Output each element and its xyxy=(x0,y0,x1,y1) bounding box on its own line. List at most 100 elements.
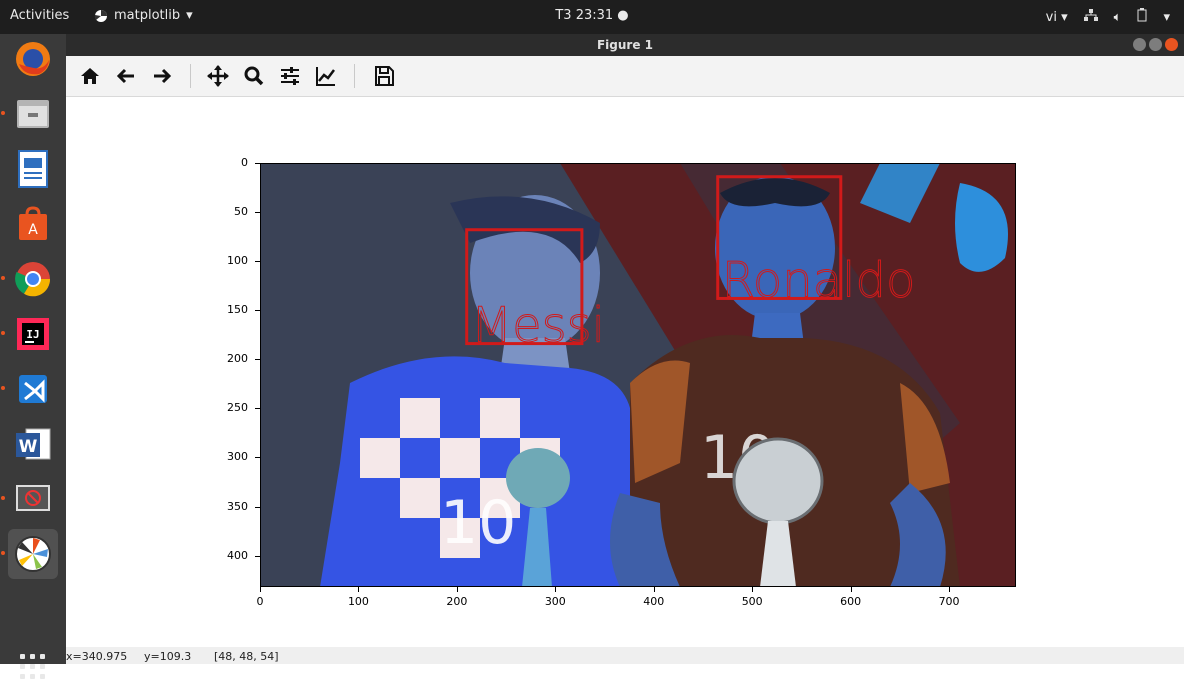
y-tick-label: 200 xyxy=(227,352,248,366)
y-tick-label: 300 xyxy=(227,450,248,464)
y-tick xyxy=(255,555,260,557)
edit-axis-button[interactable] xyxy=(314,64,338,88)
blocked-app-icon xyxy=(16,485,50,511)
x-tick-label: 200 xyxy=(446,595,468,608)
face-label-ronaldo: Ronaldo xyxy=(722,252,916,308)
dock-vscode[interactable] xyxy=(8,364,58,414)
y-tick xyxy=(255,212,260,214)
x-tick xyxy=(260,587,261,592)
magnifier-icon xyxy=(244,66,264,86)
configure-subplots-button[interactable] xyxy=(278,64,302,88)
x-tick xyxy=(653,587,655,592)
software-center-icon: A xyxy=(19,206,47,240)
y-tick-label: 350 xyxy=(227,499,248,513)
line-chart-icon xyxy=(316,67,335,86)
x-tick-label: 0 xyxy=(256,595,264,608)
sliders-icon xyxy=(281,67,299,85)
minimize-button[interactable] xyxy=(1133,38,1146,51)
back-button[interactable] xyxy=(114,64,138,88)
x-tick-label: 400 xyxy=(643,595,665,608)
y-tick-label: 400 xyxy=(227,548,248,562)
y-tick xyxy=(255,408,260,410)
x-tick xyxy=(850,587,852,592)
cursor-y-readout: y=109.3 xyxy=(144,650,192,663)
figure-canvas[interactable]: 10 10 Messi Ronaldo 0 50 100 150 200 250… xyxy=(66,97,1184,647)
firefox-icon xyxy=(16,42,50,76)
window-title: Figure 1 xyxy=(596,38,654,52)
dock-intellij[interactable]: IJ xyxy=(8,309,58,359)
pan-button[interactable] xyxy=(206,64,230,88)
home-button[interactable] xyxy=(78,64,102,88)
svg-text:IJ: IJ xyxy=(26,328,39,341)
top-bar: Activities matplotlib ▾ T3 23:31 ● vi ▾ … xyxy=(0,0,1184,34)
displayed-image[interactable]: 10 10 Messi Ronaldo xyxy=(260,163,1016,587)
pixel-value-readout: [48, 48, 54] xyxy=(214,650,279,663)
status-bar: x=340.975 y=109.3 [48, 48, 54] xyxy=(66,647,1184,664)
save-button[interactable] xyxy=(372,64,396,88)
dock-writer[interactable] xyxy=(8,144,58,194)
y-tick-label: 250 xyxy=(227,401,248,415)
window-titlebar[interactable]: Figure 1 xyxy=(66,34,1184,56)
arrow-right-icon xyxy=(154,68,172,84)
x-tick xyxy=(555,587,557,592)
vscode-icon xyxy=(19,375,47,403)
chrome-icon xyxy=(15,262,51,297)
y-tick xyxy=(255,310,260,312)
forward-button[interactable] xyxy=(150,64,174,88)
x-tick-label: 300 xyxy=(544,595,566,608)
volume-icon[interactable]: 🔈︎ xyxy=(1114,10,1122,25)
zoom-button[interactable] xyxy=(242,64,266,88)
dock-blocked-app[interactable] xyxy=(8,474,58,524)
maximize-button[interactable] xyxy=(1149,38,1162,51)
x-tick-label: 700 xyxy=(938,595,960,608)
language-indicator[interactable]: vi ▾ xyxy=(1046,10,1068,25)
files-icon xyxy=(17,100,49,128)
y-tick xyxy=(255,457,260,459)
x-tick-label: 100 xyxy=(347,595,369,608)
matplotlib-icon xyxy=(15,536,51,572)
dock-files[interactable] xyxy=(8,89,58,139)
y-tick-label: 0 xyxy=(241,156,248,169)
svg-text:A: A xyxy=(28,222,38,238)
x-tick-label: 500 xyxy=(741,595,763,608)
y-tick-label: 50 xyxy=(234,205,248,219)
x-tick xyxy=(456,587,458,592)
x-tick xyxy=(949,587,951,592)
plot-axes[interactable]: 10 10 Messi Ronaldo 0 50 100 150 200 250… xyxy=(227,156,1016,608)
detection-overlay: Messi Ronaldo xyxy=(465,175,916,354)
y-tick-label: 100 xyxy=(227,254,248,268)
x-tick xyxy=(752,587,754,592)
dock-software-center[interactable]: A xyxy=(8,199,58,249)
network-icon[interactable] xyxy=(1083,9,1098,25)
svg-text:W: W xyxy=(19,437,38,457)
x-tick xyxy=(358,587,360,592)
face-label-messi: Messi xyxy=(471,298,605,354)
arrow-left-icon xyxy=(116,68,134,84)
battery-icon[interactable] xyxy=(1137,8,1147,26)
writer-icon xyxy=(18,150,48,188)
y-tick xyxy=(255,163,260,164)
close-button[interactable] xyxy=(1165,38,1178,51)
x-tick-label: 600 xyxy=(840,595,862,608)
figure-toolbar xyxy=(66,56,1184,97)
move-arrows-icon xyxy=(207,65,229,87)
dock: A IJ W xyxy=(0,34,66,679)
window-controls xyxy=(1133,38,1178,51)
system-tray[interactable]: vi ▾ 🔈︎ ▾ xyxy=(1046,8,1170,26)
intellij-icon: IJ xyxy=(17,318,49,350)
floppy-disk-icon xyxy=(375,66,394,86)
cursor-x-readout: x=340.975 xyxy=(66,650,128,663)
show-applications-icon[interactable] xyxy=(20,654,46,680)
dock-chrome[interactable] xyxy=(8,254,58,304)
word-icon: W xyxy=(16,428,51,460)
clock[interactable]: T3 23:31 ● xyxy=(0,8,1184,23)
y-tick xyxy=(255,261,260,263)
dock-word[interactable]: W xyxy=(8,419,58,469)
y-tick-label: 150 xyxy=(227,303,248,317)
y-tick xyxy=(255,359,260,361)
home-icon xyxy=(81,68,99,84)
y-tick xyxy=(255,506,260,508)
dock-firefox[interactable] xyxy=(8,34,58,84)
system-menu-chevron-icon[interactable]: ▾ xyxy=(1163,10,1170,25)
dock-matplotlib[interactable] xyxy=(8,529,58,579)
